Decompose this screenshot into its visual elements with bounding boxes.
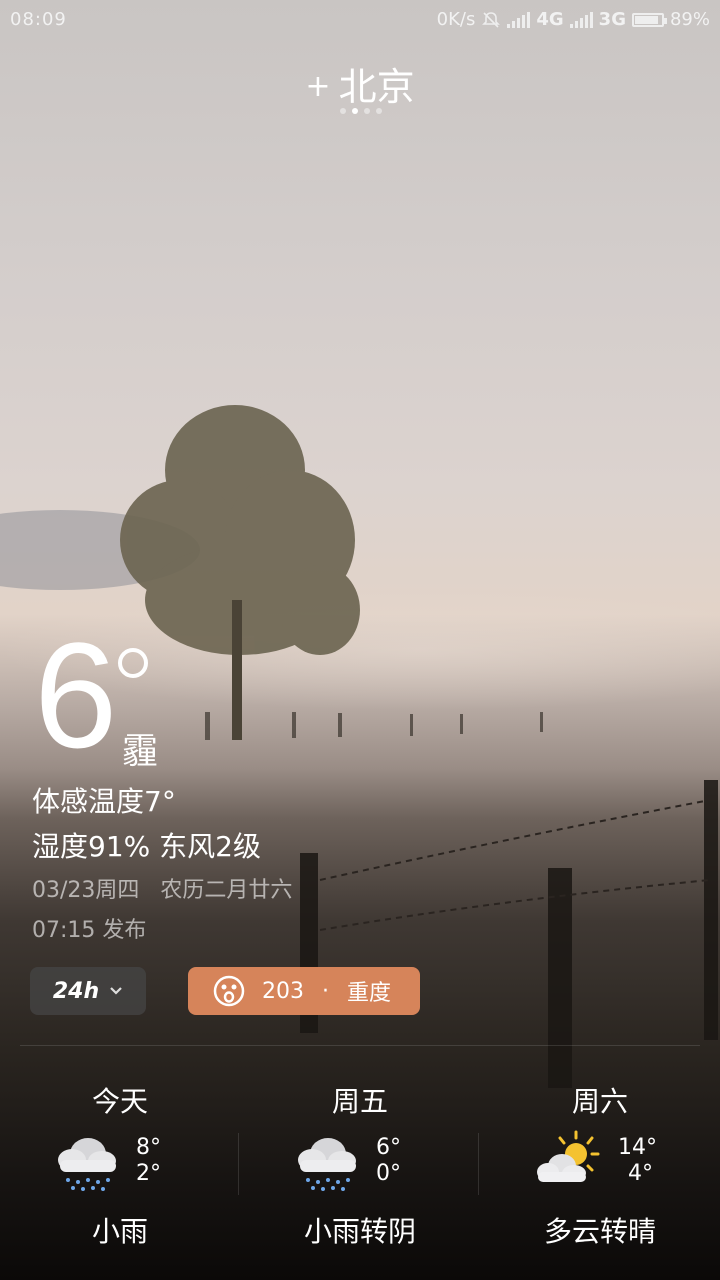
page-dot bbox=[340, 108, 346, 114]
battery-icon bbox=[631, 12, 667, 27]
aqi-level: 重度 bbox=[347, 981, 392, 1006]
page-dot bbox=[376, 108, 382, 114]
page-dot bbox=[352, 108, 358, 114]
network-speed: 0K/s bbox=[436, 9, 476, 30]
page-dot bbox=[364, 108, 370, 114]
feels-like: 体感温度7° bbox=[32, 785, 176, 818]
network-type-2: 3G bbox=[598, 9, 626, 30]
publish-line: 07:15 发布 bbox=[32, 912, 146, 944]
day-name: 今天 bbox=[91, 1085, 148, 1118]
cloud-rain-icon bbox=[58, 1138, 116, 1191]
city-header[interactable]: + 北京 bbox=[0, 56, 720, 111]
wind: 东风2级 bbox=[159, 830, 261, 863]
hourly-label: 24h bbox=[52, 978, 100, 1004]
day-low: 2° bbox=[136, 1161, 161, 1186]
current-condition: 霾 bbox=[122, 731, 159, 772]
aqi-value: 203 bbox=[262, 978, 304, 1004]
hourly-forecast-button[interactable]: 24h bbox=[30, 967, 146, 1015]
forecast-divider bbox=[20, 1045, 700, 1046]
publish-label: 发布 bbox=[102, 918, 147, 943]
status-right: 0K/s 4G 3G 89% bbox=[437, 9, 710, 30]
page-indicator bbox=[340, 108, 382, 114]
day-low: 4° bbox=[628, 1161, 653, 1186]
day-high: 8° bbox=[136, 1135, 161, 1160]
status-time: 08:09 bbox=[10, 9, 67, 30]
current-temperature: 6 bbox=[34, 611, 118, 779]
day-name: 周六 bbox=[571, 1085, 628, 1118]
day-high: 6° bbox=[376, 1135, 401, 1160]
chevron-down-icon bbox=[110, 987, 122, 995]
day-low: 0° bbox=[376, 1161, 401, 1186]
network-type-1: 4G bbox=[536, 9, 564, 30]
day-condition: 多云转晴 bbox=[543, 1215, 656, 1248]
day-high: 14° bbox=[618, 1135, 657, 1160]
status-bar: 08:09 0K/s 4G 3G 89% bbox=[0, 0, 720, 40]
signal-4g-icon bbox=[507, 11, 531, 28]
city-name: 北京 bbox=[338, 65, 415, 109]
day-condition: 小雨 bbox=[91, 1215, 148, 1248]
aqi-separator: · bbox=[322, 978, 329, 1004]
add-city-button[interactable]: + bbox=[305, 69, 330, 104]
degree-symbol-icon bbox=[118, 648, 148, 678]
column-separator bbox=[238, 1133, 239, 1195]
humidity: 湿度91% bbox=[32, 830, 151, 863]
day-name: 周五 bbox=[331, 1085, 388, 1118]
bell-muted-icon bbox=[482, 11, 501, 28]
sad-face-icon bbox=[213, 975, 245, 1007]
sun-cloud-icon bbox=[537, 1130, 600, 1182]
date-line: 03/23周四 农历二月廿六 bbox=[32, 872, 292, 904]
publish-time: 07:15 bbox=[32, 918, 96, 943]
humidity-wind: 湿度91% 东风2级 bbox=[32, 825, 261, 865]
column-separator bbox=[478, 1133, 479, 1195]
lunar-date: 农历二月廿六 bbox=[160, 878, 293, 903]
signal-3g-icon bbox=[569, 11, 593, 28]
date: 03/23周四 bbox=[32, 878, 140, 903]
aqi-badge[interactable]: 203 · 重度 bbox=[188, 967, 420, 1015]
battery-percent: 89% bbox=[669, 9, 710, 30]
cloud-rain-icon bbox=[298, 1138, 356, 1191]
day-condition: 小雨转阴 bbox=[303, 1215, 416, 1248]
